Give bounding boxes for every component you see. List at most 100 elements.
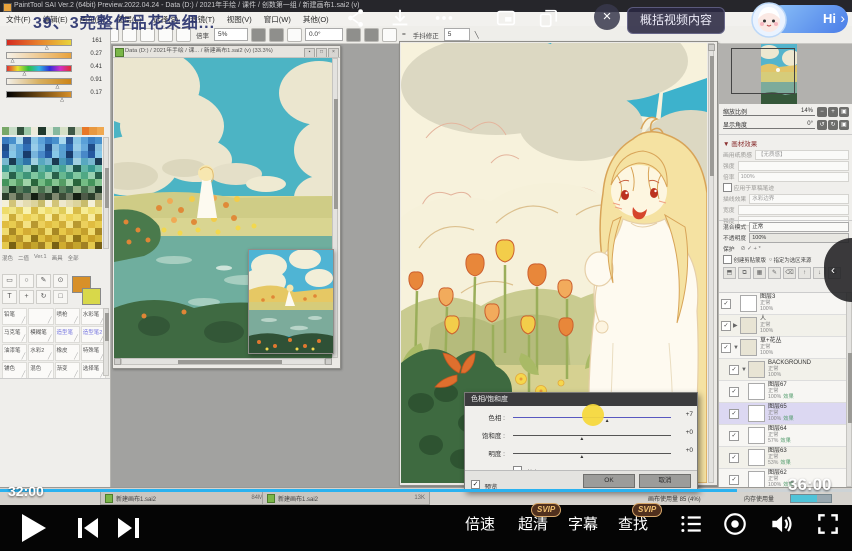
palette-swatch[interactable] <box>2 151 9 158</box>
palette-swatch[interactable] <box>31 207 38 214</box>
palette-swatch[interactable] <box>95 158 102 165</box>
brush-item[interactable]: 模糊笔╱ <box>28 326 53 343</box>
palette-swatch[interactable] <box>73 165 80 172</box>
palette-swatch[interactable] <box>23 242 30 249</box>
palette-swatch[interactable] <box>2 193 9 200</box>
palette-swatch[interactable] <box>2 235 9 242</box>
summarize-video-button[interactable]: 概括视频内容 <box>627 7 725 34</box>
navigator-zoom-buttons[interactable]: −+▣ <box>817 107 849 117</box>
palette-swatch[interactable] <box>31 165 38 172</box>
palette-swatch[interactable] <box>16 200 23 207</box>
palette-swatch[interactable] <box>9 200 16 207</box>
palette-swatch[interactable] <box>66 172 73 179</box>
next-episode-button[interactable] <box>118 518 142 538</box>
palette-swatch[interactable] <box>16 179 23 186</box>
palette-swatch[interactable] <box>52 214 59 221</box>
palette-swatch[interactable] <box>23 165 30 172</box>
brush-scrollbar[interactable] <box>103 308 109 376</box>
palette-swatch[interactable] <box>16 221 23 228</box>
layer-visibility-toggle[interactable]: ✓ <box>721 321 731 331</box>
palette-swatch[interactable] <box>23 200 30 207</box>
palette-swatch[interactable] <box>88 214 95 221</box>
palette-swatch[interactable] <box>66 235 73 242</box>
palette-swatch[interactable] <box>31 228 38 235</box>
bucket-tool[interactable]: ⊙ <box>53 274 68 288</box>
palette-swatch[interactable] <box>95 242 102 249</box>
palette-swatch[interactable] <box>73 179 80 186</box>
palette-swatch[interactable] <box>88 137 95 144</box>
palette-swatch[interactable] <box>9 179 16 186</box>
layer-row-BACKGROUND[interactable]: ✓▼BACKGROUND正常100% <box>719 359 852 381</box>
palette-swatch[interactable] <box>95 165 102 172</box>
brush-item[interactable]: 混色╱ <box>28 362 53 379</box>
palette-swatch[interactable] <box>38 186 45 193</box>
recent-color[interactable] <box>53 127 60 135</box>
recent-color[interactable] <box>89 127 96 135</box>
doc1-horizontal-scrollbar[interactable] <box>121 358 325 365</box>
palette-swatch[interactable] <box>2 144 9 151</box>
navigator-angle-buttons[interactable]: ↺↻▣ <box>817 120 849 130</box>
palette-swatch[interactable] <box>2 179 9 186</box>
secondary-color-swatch[interactable] <box>82 288 101 305</box>
volume-icon[interactable] <box>768 511 794 537</box>
palette-swatch[interactable] <box>38 172 45 179</box>
palette-swatch[interactable] <box>9 228 16 235</box>
palette-swatch[interactable] <box>23 207 30 214</box>
playlist-icon[interactable] <box>678 511 704 537</box>
palette-swatch[interactable] <box>88 172 95 179</box>
palette-swatch[interactable] <box>45 186 52 193</box>
palette-swatch[interactable] <box>81 235 88 242</box>
palette-swatch[interactable] <box>59 193 66 200</box>
draft-checkbox-row[interactable]: 应用于草稿笔迹 <box>719 182 852 193</box>
palette-swatch[interactable] <box>16 151 23 158</box>
material-effect-header[interactable]: ▼ 画材效果 <box>719 135 852 149</box>
palette-swatch[interactable] <box>59 172 66 179</box>
palette-swatch[interactable] <box>45 221 52 228</box>
protect-icons[interactable]: ⊘ ✓ + * <box>741 246 761 252</box>
palette-swatch[interactable] <box>88 151 95 158</box>
select-rect-tool[interactable]: ▭ <box>2 274 17 288</box>
menu-item-0[interactable]: 文件(F) <box>0 14 37 25</box>
palette-swatch[interactable] <box>88 207 95 214</box>
brush-item[interactable]: 水彩2╱ <box>28 344 53 361</box>
menu-item-7[interactable]: 窗口(W) <box>258 14 297 25</box>
palette-swatch[interactable] <box>38 193 45 200</box>
palette-swatch[interactable] <box>81 200 88 207</box>
layer-row-图层63[interactable]: ✓图层63正常53%效果 <box>719 447 852 469</box>
palette-swatch[interactable] <box>88 193 95 200</box>
palette-swatch[interactable] <box>66 200 73 207</box>
palette-swatch[interactable] <box>81 242 88 249</box>
previous-episode-button[interactable] <box>78 518 102 538</box>
palette-swatch[interactable] <box>95 228 102 235</box>
open-file-tab-2[interactable]: 新建画布1.sai2 13K <box>262 491 430 505</box>
dialog-title[interactable]: 色相/饱和度 <box>465 393 697 406</box>
palette-swatch[interactable] <box>2 137 9 144</box>
palette-swatch[interactable] <box>9 207 16 214</box>
navigator[interactable] <box>719 44 852 104</box>
palette-swatch[interactable] <box>9 144 16 151</box>
palette-swatch[interactable] <box>88 158 95 165</box>
reference-thumbnail[interactable] <box>248 249 334 354</box>
color-slider-2[interactable]: △0.41 <box>6 64 104 73</box>
menu-item-8[interactable]: 其他(O) <box>297 14 335 25</box>
palette-swatch[interactable] <box>52 165 59 172</box>
palette-swatch[interactable] <box>81 207 88 214</box>
palette-swatch[interactable] <box>38 207 45 214</box>
pip-icon[interactable] <box>494 6 518 30</box>
palette-swatch[interactable] <box>81 214 88 221</box>
palette-swatch[interactable] <box>38 228 45 235</box>
palette-swatch[interactable] <box>95 207 102 214</box>
pen-tool[interactable]: ✎ <box>36 274 51 288</box>
zoom-tool[interactable]: □ <box>53 290 68 304</box>
record-icon[interactable] <box>722 511 748 537</box>
palette-swatch[interactable] <box>59 214 66 221</box>
palette-swatch[interactable] <box>31 242 38 249</box>
palette-swatch[interactable] <box>59 137 66 144</box>
color-slider-1[interactable]: △0.27 <box>6 51 104 60</box>
palette-swatch[interactable] <box>59 200 66 207</box>
palette-swatch[interactable] <box>73 186 80 193</box>
palette-swatch[interactable] <box>23 221 30 228</box>
palette-swatch[interactable] <box>66 151 73 158</box>
zoom-reset-button[interactable] <box>287 28 302 42</box>
palette-swatch[interactable] <box>81 172 88 179</box>
